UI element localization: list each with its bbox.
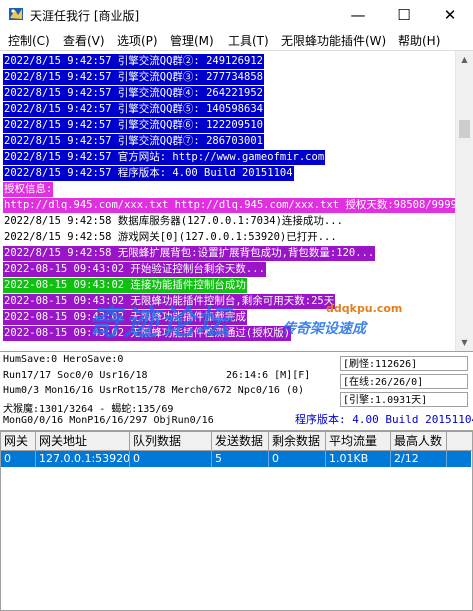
app-icon [9,8,23,20]
column-header[interactable]: 发送数据 [212,432,269,450]
close-button[interactable]: ✕ [427,0,473,29]
gateway-table: 网关 网关地址 队列数据 发送数据 剩余数据 平均流量 最高人数 0 127.0… [0,431,473,611]
log-scrollbar[interactable]: ▲ ▼ [455,51,473,351]
menu-control[interactable]: 控制(C) [8,32,50,49]
minimize-button[interactable]: — [335,0,381,29]
table-cell: 0 [130,451,212,467]
title-bar: 天涯任我行 [商业版] — ☐ ✕ [0,0,473,29]
table-row[interactable]: 0 127.0.0.1:53920 0 5 0 1.01KB 2/12 [1,451,471,467]
menu-tools[interactable]: 工具(T) [228,32,269,49]
run-status: Run17/17 Soc0/0 Usr16/18 [3,370,148,381]
log-line: 授权信息: [3,182,54,197]
log-line: 2022/8/15 9:42:57 引擎交流QQ群⑤: 140598634 [3,102,264,117]
log-line: 2022/8/15 9:42:57 引擎交流QQ群⑦: 286703001 [3,134,264,149]
column-header[interactable]: 最高人数 [391,432,447,450]
monster-status: 犬猴魔:1301/3264 - 蝎蛇:135/69 [3,404,174,415]
scroll-up-icon[interactable]: ▲ [456,51,473,68]
engine-days-box: [引擎:1.0931天] [340,392,468,407]
watermark-site: ddqkpu.com [326,302,403,315]
log-line: 2022-08-15 09:43:02 连接功能插件控制台成功 [3,278,247,293]
log-line: 2022/8/15 9:42:57 引擎交流QQ群④: 264221952 [3,86,264,101]
menu-bar: 控制(C) 查看(V) 选项(P) 管理(M) 工具(T) 无限蜂功能插件(W)… [0,29,473,51]
table-cell: 0 [269,451,326,467]
mon-gen-status: MonG0/0/16 MonP16/16/297 ObjRun0/16 [3,415,214,426]
log-line: 2022/8/15 9:42:57 程序版本: 4.00 Build 20151… [3,166,294,181]
watermark-subtext: 传奇架设速成 [282,321,366,337]
log-line: 2022/8/15 9:42:57 引擎交流QQ群②: 249126912 [3,54,264,69]
table-cell: 1.01KB [326,451,391,467]
status-panel: HumSave:0 HeroSave:0 Run17/17 Soc0/0 Usr… [0,351,473,431]
log-line: 2022-08-15 09:43:02 开始验证控制台剩余天数... [3,262,266,277]
log-line: 2022/8/15 9:42:57 引擎交流QQ群③: 277734858 [3,70,264,85]
log-line: 2022/8/15 9:42:58 数据库服务器(127.0.0.1:7034)… [3,214,344,229]
scroll-down-icon[interactable]: ▼ [456,334,473,351]
version-label: 程序版本: 4.00 Build 20151104 [295,413,473,426]
column-header[interactable]: 网关 [1,432,36,450]
save-status: HumSave:0 HeroSave:0 [3,354,124,365]
online-count-box: [在线:26/26/0] [340,374,468,389]
run-time: 26:14:6 [M][F] [226,370,311,381]
scroll-thumb[interactable] [459,120,470,138]
log-line: 2022/8/15 9:42:58 无限蜂扩展背包:设置扩展背包成功,背包数量:… [3,246,376,261]
log-line: 2022/8/15 9:42:57 引擎交流QQ群⑥: 122209510 [3,118,264,133]
table-header: 网关 网关地址 队列数据 发送数据 剩余数据 平均流量 最高人数 [1,432,472,451]
table-cell: 2/12 [391,451,447,467]
menu-plugin[interactable]: 无限蜂功能插件(W) [281,32,386,49]
table-cell: 5 [212,451,269,467]
object-status: Hum0/3 Mon16/16 UsrRot15/78 Merch0/672 N… [3,385,305,396]
column-header[interactable]: 队列数据 [130,432,212,450]
menu-view[interactable]: 查看(V) [63,32,105,49]
maximize-button[interactable]: ☐ [381,0,427,29]
log-line: 2022/8/15 9:42:58 游戏网关[0](127.0.0.1:5392… [3,230,338,245]
log-line: http://dlq.945.com/xxx.txt http://dlq.94… [3,198,455,213]
menu-options[interactable]: 选项(P) [117,32,158,49]
table-cell: 0 [1,451,36,467]
menu-manage[interactable]: 管理(M) [170,32,214,49]
log-line: 2022/8/15 9:42:57 官方网站: http://www.gameo… [3,150,326,165]
column-header[interactable]: 网关地址 [36,432,130,450]
window-title: 天涯任我行 [商业版] [30,9,140,23]
watermark-text: 奇迹论坛 [88,303,232,343]
column-header[interactable]: 剩余数据 [269,432,326,450]
refresh-count-box: [刷怪:112626] [340,356,468,371]
table-cell: 127.0.0.1:53920 [36,451,130,467]
menu-help[interactable]: 帮助(H) [398,32,440,49]
column-header[interactable]: 平均流量 [326,432,391,450]
